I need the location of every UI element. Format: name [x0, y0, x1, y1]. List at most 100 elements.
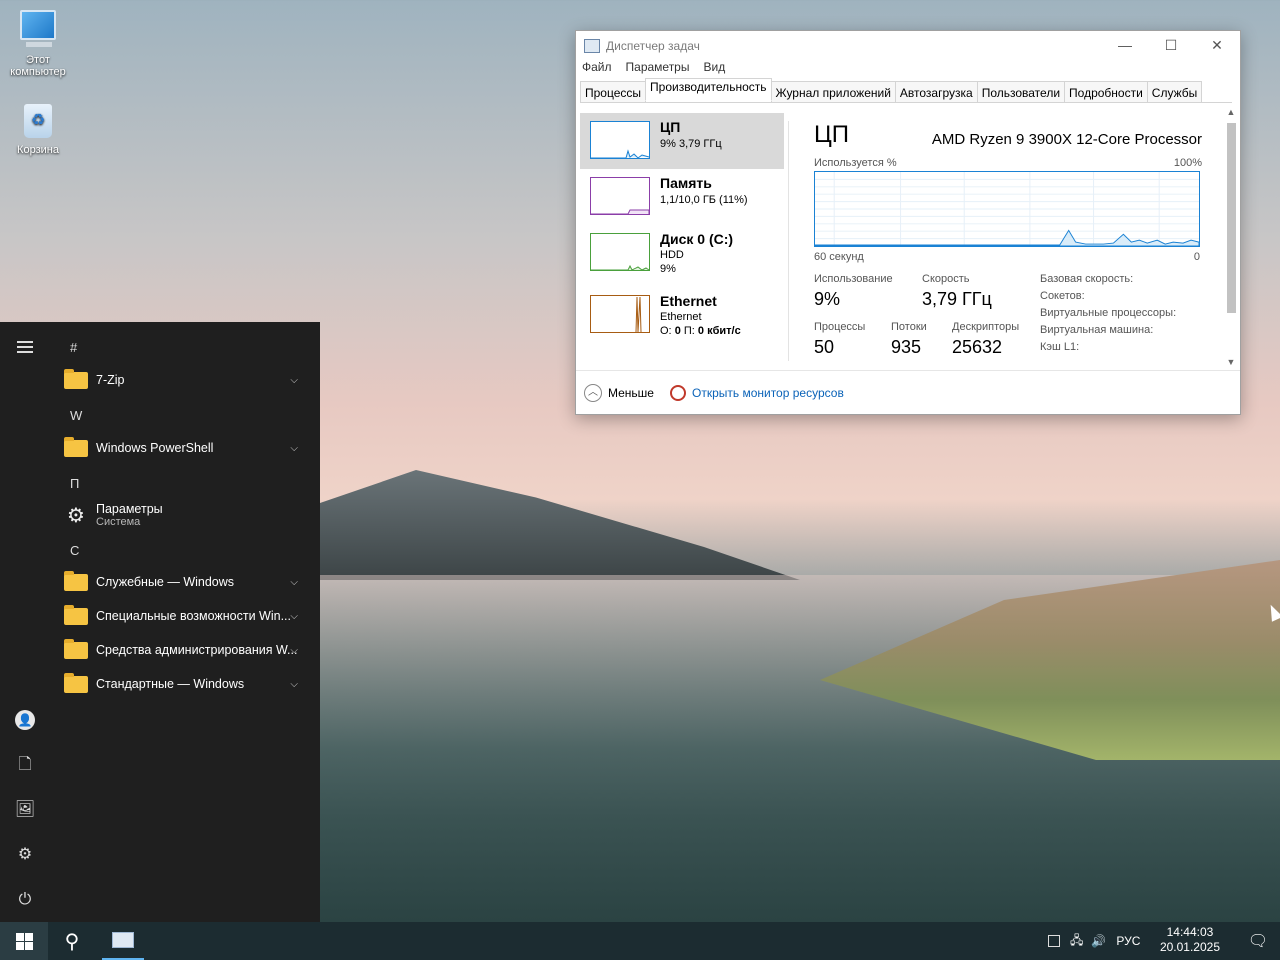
start-menu: 👤 🗋 🖼 ⚙ ⏻ # 7-Zip ⌵ W Windows PowerShell… — [0, 322, 320, 922]
folder-icon — [64, 604, 88, 625]
sidebar-item-ethernet[interactable]: Ethernet Ethernet О: 0 П: 0 кбит/с — [580, 287, 784, 343]
app-settings[interactable]: ⚙ Параметры Система — [60, 499, 310, 531]
info-virtual-processors-label: Виртуальные процессоры: — [1040, 307, 1177, 319]
folder-icon — [64, 368, 88, 389]
app-accessories[interactable]: Стандартные — Windows ⌵ — [60, 669, 310, 699]
letter-header-hash[interactable]: # — [70, 340, 77, 355]
power-icon[interactable]: ⏻ — [14, 889, 36, 911]
pictures-icon[interactable]: 🖼 — [14, 799, 36, 821]
tab-users[interactable]: Пользователи — [976, 81, 1066, 102]
resource-monitor-icon — [669, 384, 686, 401]
chevron-up-icon[interactable]: ︿ — [584, 383, 602, 402]
menu-options[interactable]: Параметры — [626, 60, 690, 80]
chevron-down-icon: ⌵ — [290, 442, 298, 454]
tab-startup[interactable]: Автозагрузка — [894, 81, 978, 102]
app-label: Windows PowerShell — [96, 441, 214, 455]
minimize-button[interactable]: — — [1102, 31, 1148, 60]
stat-processes-value: 50 — [814, 337, 835, 357]
memory-thumbnail-graph — [590, 177, 650, 215]
wallpaper-hills — [320, 470, 800, 580]
windows-logo-icon — [15, 932, 33, 950]
clock[interactable]: 14:44:03 20.01.2025 — [1160, 925, 1220, 955]
chevron-down-icon: ⌵ — [290, 610, 298, 622]
processor-name: AMD Ryzen 9 3900X 12-Core Processor — [931, 131, 1202, 148]
network-icon[interactable]: 🖧 — [1070, 931, 1083, 952]
info-l1-cache-label: Кэш L1: — [1040, 341, 1080, 353]
user-account-icon[interactable]: 👤 — [14, 709, 36, 731]
sidebar-item-name: Память — [660, 175, 712, 191]
desktop-icon-this-pc[interactable]: Этот компьютер — [2, 10, 74, 78]
vertical-scrollbar[interactable]: ▲ ▼ — [1224, 107, 1238, 367]
stat-speed-label: Скорость — [922, 273, 970, 285]
letter-header-p[interactable]: П — [70, 476, 79, 491]
desktop-icon-label: компьютер — [10, 66, 66, 78]
notification-area-icon[interactable] — [1048, 935, 1060, 947]
cpu-thumbnail-graph — [590, 121, 650, 159]
folder-icon — [64, 672, 88, 693]
app-windows-powershell[interactable]: Windows PowerShell ⌵ — [60, 433, 310, 463]
fewer-details-button[interactable]: Меньше — [608, 386, 654, 400]
stat-speed-value: 3,79 ГГц — [922, 289, 992, 309]
app-system-tools[interactable]: Служебные — Windows ⌵ — [60, 567, 310, 597]
stat-handles-label: Дескрипторы — [952, 321, 1020, 333]
app-label: Параметры — [96, 502, 163, 516]
time-axis-label: 60 секунд — [814, 251, 864, 263]
documents-icon[interactable]: 🗋 — [14, 754, 36, 776]
window-title: Диспетчер задач — [606, 38, 700, 53]
close-button[interactable]: ✕ — [1194, 31, 1240, 60]
open-resource-monitor-link[interactable]: Открыть монитор ресурсов — [692, 386, 844, 400]
folder-icon — [64, 638, 88, 659]
scroll-down-icon[interactable]: ▼ — [1224, 357, 1238, 367]
sidebar-item-value: О: 0 П: 0 кбит/с — [660, 325, 741, 337]
system-tray: 🖧 🔊 РУС — [1048, 922, 1140, 960]
sidebar-item-disk[interactable]: Диск 0 (C:) HDD 9% — [580, 225, 784, 281]
this-pc-icon — [20, 10, 56, 47]
app-7zip[interactable]: 7-Zip ⌵ — [60, 365, 310, 395]
disk-thumbnail-graph — [590, 233, 650, 271]
tab-processes[interactable]: Процессы — [580, 81, 647, 102]
send-label: О: — [660, 325, 672, 337]
menu-view[interactable]: Вид — [703, 60, 725, 80]
stat-usage-label: Использование — [814, 273, 893, 285]
chevron-down-icon: ⌵ — [290, 374, 298, 386]
start-rail: 👤 🗋 🖼 ⚙ ⏻ — [0, 322, 50, 922]
chevron-down-icon: ⌵ — [290, 576, 298, 588]
desktop-icon-recycle-bin[interactable]: ♻ Корзина — [2, 104, 74, 156]
tab-details[interactable]: Подробности — [1064, 81, 1148, 102]
max-axis-label: 100% — [1173, 157, 1202, 169]
app-admin-tools[interactable]: Средства администрирования W... ⌵ — [60, 635, 310, 665]
cpu-usage-graph — [814, 171, 1200, 247]
chevron-down-icon: ⌵ — [290, 644, 298, 656]
task-manager-window: Диспетчер задач — ☐ ✕ Файл Параметры Вид… — [575, 30, 1241, 415]
start-button[interactable] — [0, 922, 48, 960]
volume-icon[interactable]: 🔊 — [1091, 934, 1106, 948]
app-accessibility[interactable]: Специальные возможности Win... ⌵ — [60, 601, 310, 631]
sidebar-item-name: Ethernet — [660, 293, 717, 309]
sidebar-item-value: 9% 3,79 ГГц — [660, 138, 722, 150]
app-label: Стандартные — Windows — [96, 677, 245, 691]
ethernet-thumbnail-graph — [590, 295, 650, 333]
taskbar-task-manager[interactable] — [102, 922, 144, 960]
tab-app-history[interactable]: Журнал приложений — [770, 81, 896, 102]
letter-header-c[interactable]: С — [70, 543, 79, 558]
sidebar-item-cpu[interactable]: ЦП 9% 3,79 ГГц — [580, 113, 784, 169]
info-base-speed-label: Базовая скорость: — [1040, 273, 1134, 285]
maximize-button[interactable]: ☐ — [1148, 31, 1194, 60]
sidebar-item-memory[interactable]: Память 1,1/10,0 ГБ (11%) — [580, 169, 784, 225]
scroll-up-icon[interactable]: ▲ — [1224, 107, 1238, 117]
settings-gear-icon[interactable]: ⚙ — [14, 844, 36, 866]
receive-label: П: — [683, 325, 695, 337]
search-icon[interactable]: ⚲ — [50, 922, 94, 960]
action-center-icon[interactable]: 🗨 — [1236, 922, 1280, 960]
task-manager-app-icon — [112, 932, 134, 948]
tab-services[interactable]: Службы — [1146, 81, 1203, 102]
panel-divider — [788, 121, 789, 361]
menu-file[interactable]: Файл — [582, 60, 612, 80]
scrollbar-thumb[interactable] — [1227, 123, 1236, 313]
recycle-bin-icon: ♻ — [24, 104, 52, 138]
language-indicator[interactable]: РУС — [1116, 934, 1140, 948]
clock-time: 14:44:03 — [1166, 925, 1214, 939]
hamburger-menu-icon[interactable] — [14, 338, 36, 360]
tab-performance[interactable]: Производительность — [645, 78, 772, 101]
letter-header-w[interactable]: W — [70, 408, 82, 423]
